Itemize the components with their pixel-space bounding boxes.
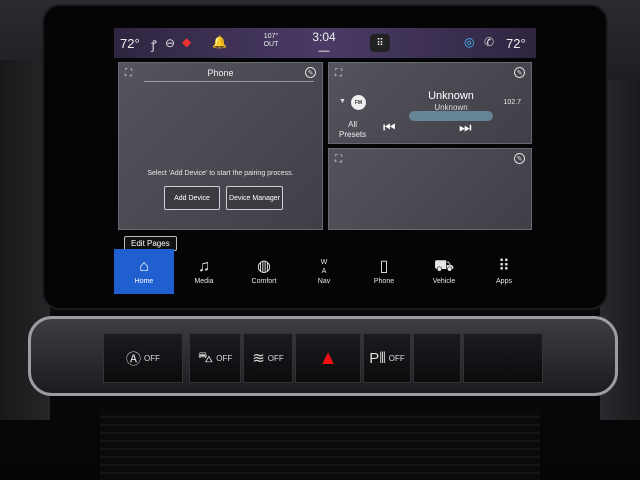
traction-off-button[interactable]: ≋ OFF [243, 333, 293, 383]
dock-nav[interactable]: WA Nav [294, 249, 354, 294]
phone-icon: ▯ [379, 258, 389, 275]
edit-icon[interactable]: ✎ [514, 153, 525, 164]
add-device-button[interactable]: Add Device [164, 186, 220, 210]
dock-apps[interactable]: ⠿ Apps [474, 249, 534, 294]
auto-stop-icon: Ⓐ [125, 350, 141, 368]
outside-temp: 107° OUT [263, 33, 279, 48]
infotainment-screen: 72° ꝭ ⊖ ◆ 🔔 107° OUT 3:04 ▁▁ ⠿ ◎ ✆ 72° ⛶ ✎… [114, 28, 536, 298]
bottom-dock: ⌂ Home ♫ Media ◍ Comfort WA Nav ▯ Phone … [114, 249, 536, 294]
divider [144, 81, 314, 82]
auto-stop-off-button[interactable]: Ⓐ OFF [103, 333, 183, 383]
phone-tile[interactable]: ⛶ ✎ Phone Select 'Add Device' to start t… [118, 62, 323, 230]
hazard-button[interactable]: ▲ [295, 333, 361, 383]
park-assist-off-button[interactable]: P⦀ OFF [363, 333, 411, 383]
station-subtitle: Unknown [434, 103, 468, 112]
compass-icon: WA [320, 259, 328, 275]
heated-wheel-icon[interactable]: ⊖ [165, 36, 175, 50]
seek-back-icon[interactable]: ⏮ [383, 119, 396, 136]
station-name: Unknown [428, 90, 474, 102]
source-dropdown-icon[interactable]: ▼ [339, 98, 346, 105]
pairing-message: Select 'Add Device' to start the pairing… [147, 170, 294, 177]
hazard-icon: ▲ [318, 346, 338, 369]
traction-icon: ≋ [252, 350, 265, 367]
music-note-icon: ♫ [198, 258, 210, 275]
station-highlight [409, 111, 493, 121]
dashboard: 72° ꝭ ⊖ ◆ 🔔 107° OUT 3:04 ▁▁ ⠿ ◎ ✆ 72° ⛶ ✎… [0, 0, 640, 480]
phone-title: Phone [207, 68, 234, 78]
apps-grid-icon: ⠿ [498, 258, 510, 275]
phone-icon[interactable]: ✆ [484, 35, 494, 49]
park-assist-icon: P⦀ [369, 349, 386, 367]
dock-home[interactable]: ⌂ Home [114, 249, 174, 294]
empty-tile[interactable]: ⛶ ✎ [328, 148, 532, 230]
dock-comfort[interactable]: ◍ Comfort [234, 249, 294, 294]
frequency: 102.7 [503, 99, 521, 106]
bell-icon[interactable]: 🔔 [212, 35, 227, 49]
apps-grid-icon: ⠿ [370, 34, 390, 52]
blank-switch[interactable] [413, 333, 461, 383]
dock-vehicle[interactable]: ⛟ Vehicle [414, 249, 474, 294]
home-icon: ⌂ [139, 258, 149, 275]
air-vent [100, 410, 540, 480]
passenger-temp[interactable]: 72° [506, 36, 526, 51]
fm-badge: FM [351, 95, 366, 110]
edit-icon[interactable]: ✎ [514, 67, 525, 78]
dock-media[interactable]: ♫ Media [174, 249, 234, 294]
seek-forward-icon[interactable]: ⏭ [459, 119, 472, 136]
blank-switch[interactable] [463, 333, 543, 383]
brand-icon: ◆ [182, 35, 192, 49]
all-presets-button[interactable]: All Presets [339, 120, 366, 140]
clock: 3:04 ▁▁ [312, 30, 336, 52]
media-tile[interactable]: ⛶ ✎ ▼ FM Unknown Unknown 102.7 All Prese… [328, 62, 532, 144]
driver-temp[interactable]: 72° [120, 36, 140, 51]
car-icon: ⛟ [433, 258, 455, 275]
status-bar: 72° ꝭ ⊖ ◆ 🔔 107° OUT 3:04 ▁▁ ⠿ ◎ ✆ 72° [114, 28, 536, 58]
dock-phone[interactable]: ▯ Phone [354, 249, 414, 294]
device-manager-button[interactable]: Device Manager [226, 186, 283, 210]
heated-seat-icon[interactable]: ꝭ [151, 36, 157, 53]
expand-icon[interactable]: ⛶ [335, 68, 342, 79]
comfort-icon: ◍ [257, 258, 271, 275]
expand-icon[interactable]: ⛶ [335, 154, 342, 165]
hill-descent-off-button[interactable]: ⛍ OFF [189, 333, 241, 383]
clock-underline: ▁▁ [318, 45, 330, 52]
apps-shortcut[interactable]: ⠿ [370, 34, 390, 52]
alexa-icon[interactable]: ◎ [464, 35, 474, 49]
hill-descent-icon: ⛍ [197, 348, 214, 366]
hardware-control-strip: Ⓐ OFF ⛍ OFF ≋ OFF ▲ P⦀ OFF [28, 316, 618, 396]
